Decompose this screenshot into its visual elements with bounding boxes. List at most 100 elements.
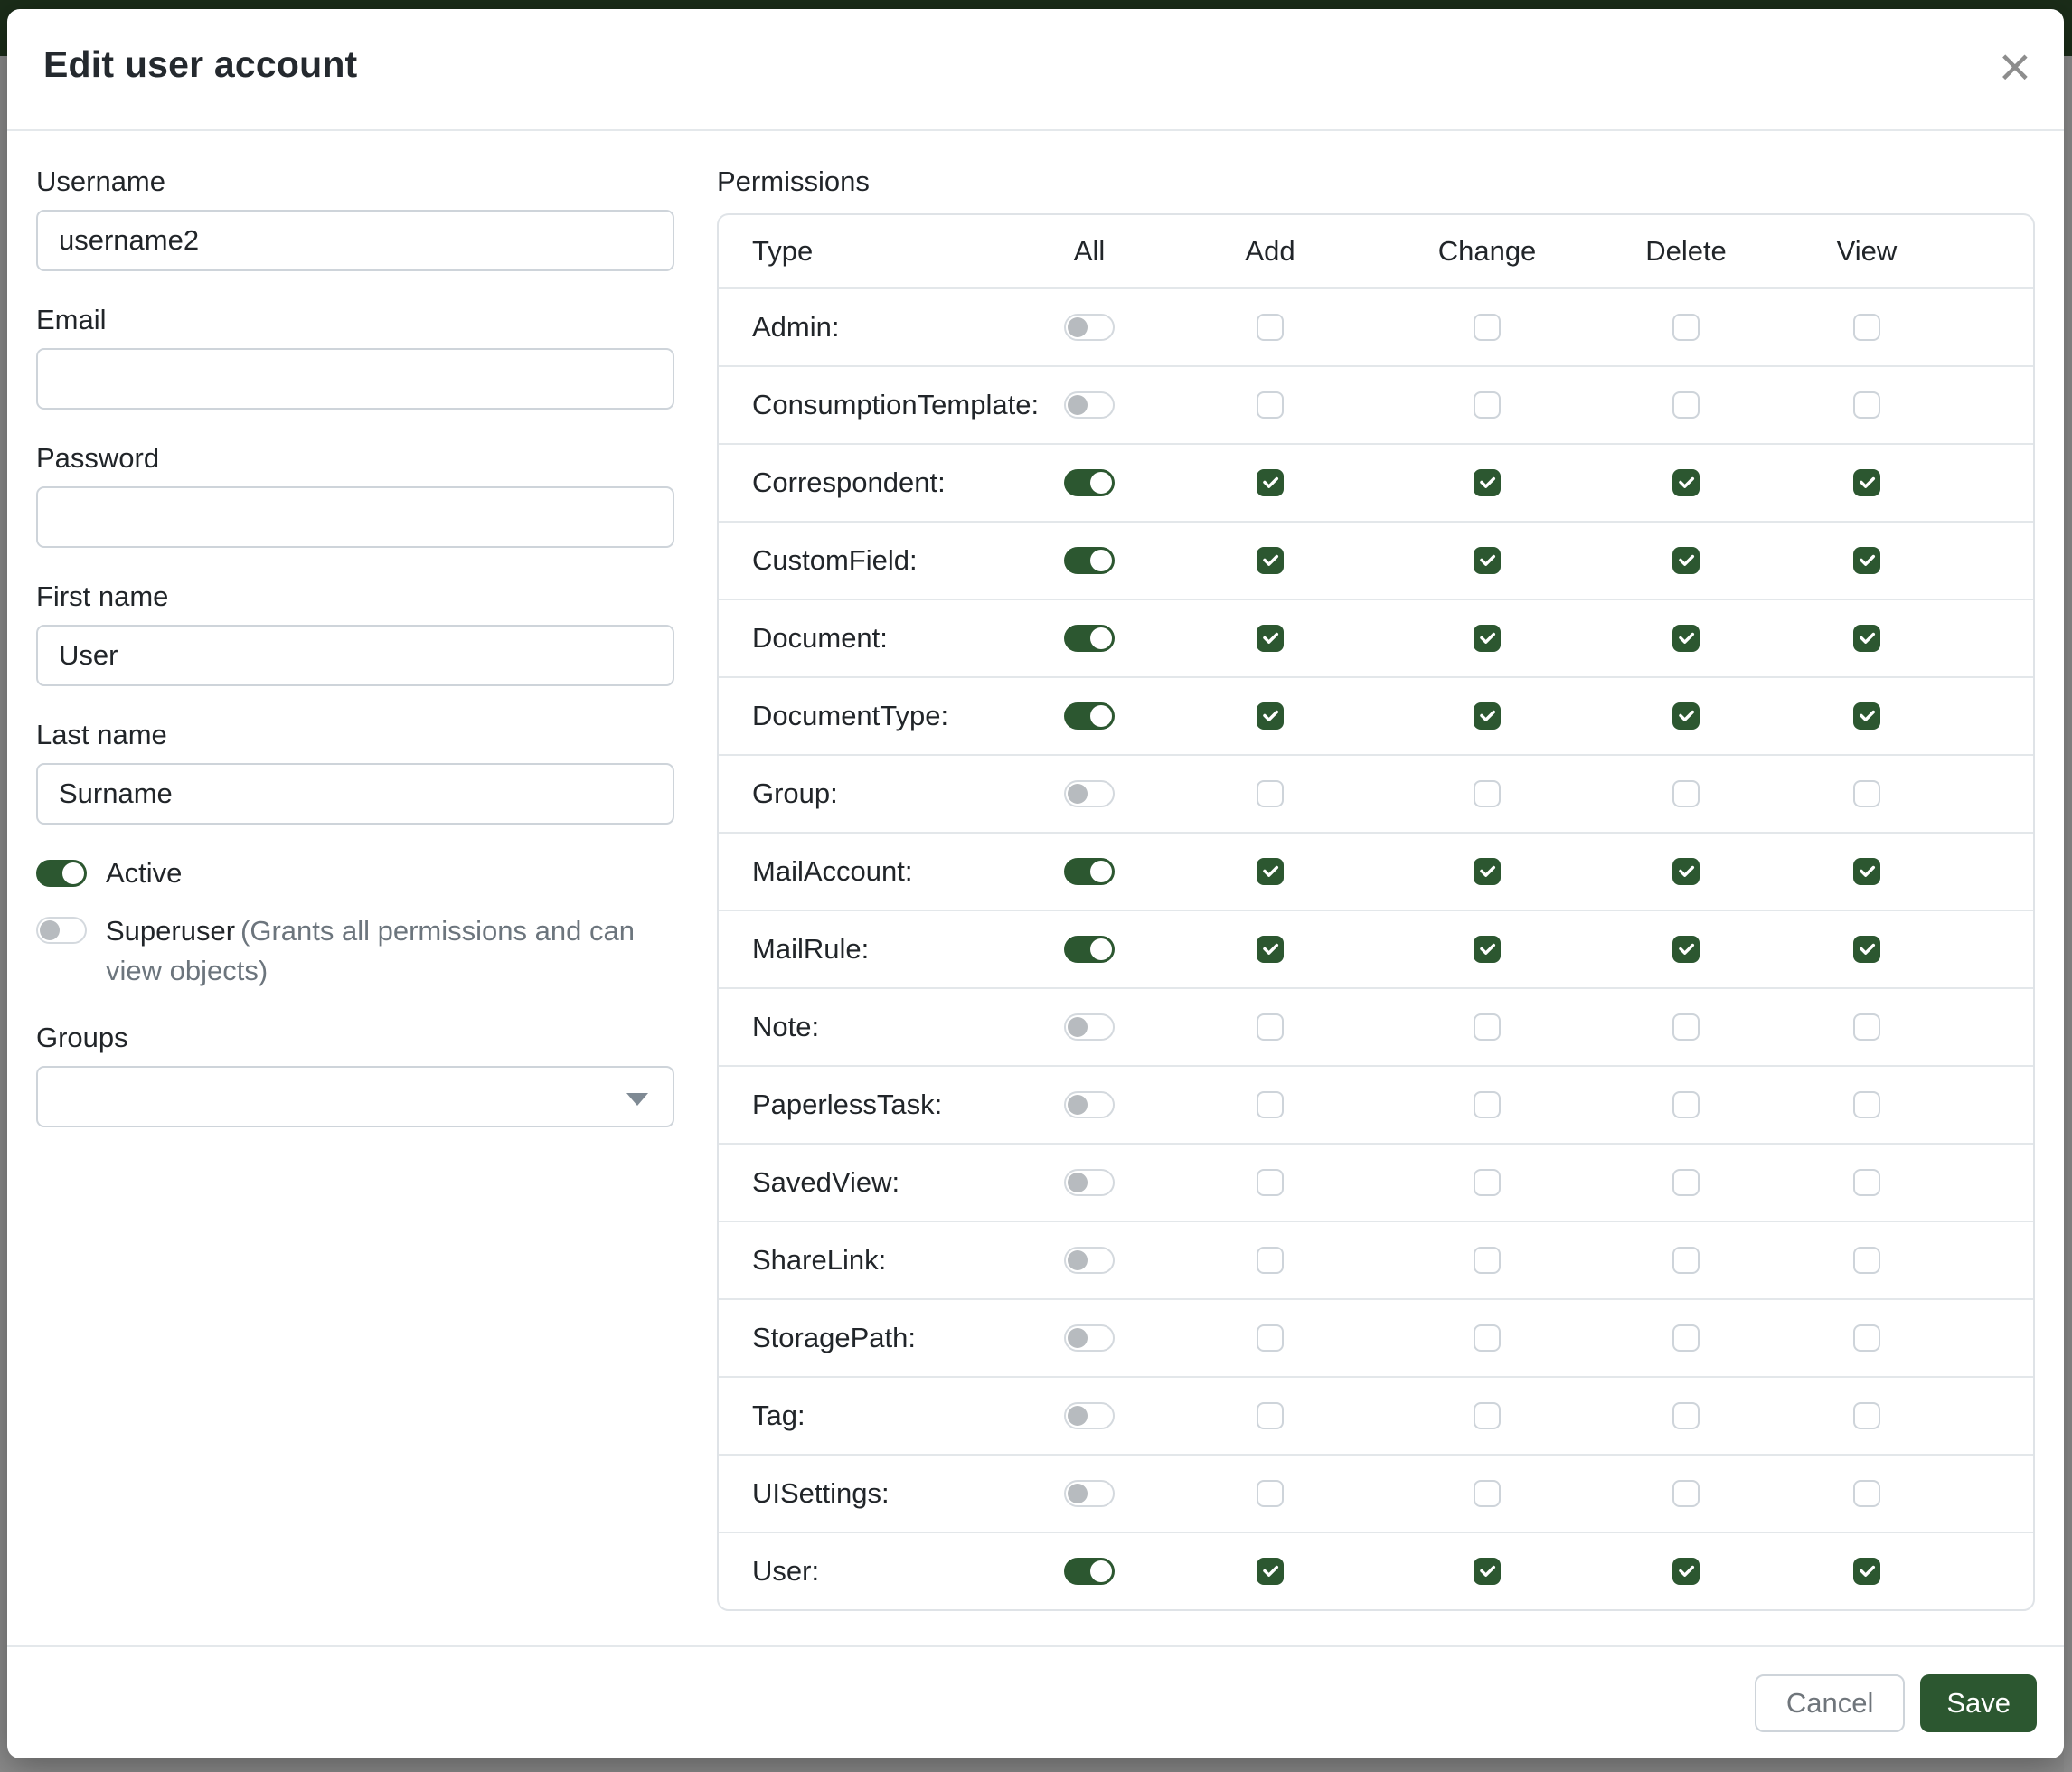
permission-change-checkbox[interactable]	[1474, 547, 1501, 574]
permission-delete-checkbox[interactable]	[1672, 1247, 1700, 1274]
permission-change-checkbox[interactable]	[1474, 1169, 1501, 1196]
permission-delete-checkbox[interactable]	[1672, 1169, 1700, 1196]
permission-change-checkbox[interactable]	[1474, 469, 1501, 496]
permission-delete-checkbox[interactable]	[1672, 858, 1700, 885]
permission-view-checkbox[interactable]	[1853, 702, 1880, 730]
permission-delete-checkbox[interactable]	[1672, 547, 1700, 574]
permission-all-toggle[interactable]	[1064, 547, 1115, 574]
permission-delete-checkbox[interactable]	[1672, 1402, 1700, 1429]
check-icon	[1478, 629, 1497, 648]
permission-view-checkbox[interactable]	[1853, 625, 1880, 652]
permission-add-checkbox[interactable]	[1257, 1402, 1284, 1429]
permission-delete-checkbox[interactable]	[1672, 780, 1700, 807]
username-input[interactable]	[36, 210, 674, 271]
groups-select[interactable]	[36, 1066, 674, 1127]
password-field[interactable]	[36, 486, 674, 548]
permission-add-checkbox[interactable]	[1257, 391, 1284, 419]
save-button[interactable]: Save	[1920, 1674, 2037, 1732]
permission-change-checkbox[interactable]	[1474, 936, 1501, 963]
permission-add-checkbox[interactable]	[1257, 1558, 1284, 1585]
permission-change-checkbox[interactable]	[1474, 858, 1501, 885]
permission-change-checkbox[interactable]	[1474, 1558, 1501, 1585]
permission-delete-checkbox[interactable]	[1672, 625, 1700, 652]
permission-view-checkbox[interactable]	[1853, 858, 1880, 885]
permission-delete-checkbox[interactable]	[1672, 1480, 1700, 1507]
permission-delete-checkbox[interactable]	[1672, 1013, 1700, 1041]
permission-all-toggle[interactable]	[1064, 1013, 1115, 1041]
permission-view-checkbox[interactable]	[1853, 1402, 1880, 1429]
permission-change-checkbox[interactable]	[1474, 314, 1501, 341]
permission-add-checkbox[interactable]	[1257, 625, 1284, 652]
permission-view-checkbox[interactable]	[1853, 1013, 1880, 1041]
permission-change-checkbox[interactable]	[1474, 391, 1501, 419]
permission-delete-checkbox[interactable]	[1672, 391, 1700, 419]
permission-all-toggle[interactable]	[1064, 1402, 1115, 1429]
permission-add-checkbox[interactable]	[1257, 314, 1284, 341]
close-icon[interactable]: ×	[1999, 40, 2031, 96]
permission-all-toggle[interactable]	[1064, 780, 1115, 807]
permission-all-toggle[interactable]	[1064, 858, 1115, 885]
permission-delete-checkbox[interactable]	[1672, 314, 1700, 341]
permission-view-checkbox[interactable]	[1853, 1247, 1880, 1274]
permission-view-checkbox[interactable]	[1853, 1324, 1880, 1352]
permission-add-checkbox[interactable]	[1257, 1169, 1284, 1196]
superuser-toggle[interactable]	[36, 917, 87, 944]
permission-delete-checkbox[interactable]	[1672, 1091, 1700, 1118]
permission-change-checkbox[interactable]	[1474, 1247, 1501, 1274]
cancel-button[interactable]: Cancel	[1755, 1674, 1906, 1732]
permission-change-checkbox[interactable]	[1474, 1013, 1501, 1041]
permission-all-toggle[interactable]	[1064, 1247, 1115, 1274]
permission-add-checkbox[interactable]	[1257, 702, 1284, 730]
active-toggle[interactable]	[36, 860, 87, 887]
permission-change-checkbox[interactable]	[1474, 702, 1501, 730]
permission-all-toggle[interactable]	[1064, 1558, 1115, 1585]
permission-add-checkbox[interactable]	[1257, 858, 1284, 885]
permission-all-toggle[interactable]	[1064, 1091, 1115, 1118]
permission-all-toggle[interactable]	[1064, 1480, 1115, 1507]
first-name-field[interactable]	[36, 625, 674, 686]
permission-all-toggle[interactable]	[1064, 391, 1115, 419]
permission-delete-checkbox[interactable]	[1672, 936, 1700, 963]
page-scrollbar[interactable]	[2064, 56, 2072, 1772]
permission-delete-checkbox[interactable]	[1672, 702, 1700, 730]
permission-add-checkbox[interactable]	[1257, 1091, 1284, 1118]
permission-change-checkbox[interactable]	[1474, 625, 1501, 652]
permission-delete-checkbox[interactable]	[1672, 469, 1700, 496]
permission-change-checkbox[interactable]	[1474, 1402, 1501, 1429]
permission-all-toggle[interactable]	[1064, 314, 1115, 341]
permission-view-checkbox[interactable]	[1853, 780, 1880, 807]
email-field[interactable]	[36, 348, 674, 410]
permission-view-checkbox[interactable]	[1853, 314, 1880, 341]
permission-view-checkbox[interactable]	[1853, 1169, 1880, 1196]
last-name-field[interactable]	[36, 763, 674, 825]
permission-view-checkbox[interactable]	[1853, 936, 1880, 963]
permission-all-toggle[interactable]	[1064, 936, 1115, 963]
permission-delete-checkbox[interactable]	[1672, 1324, 1700, 1352]
permission-view-checkbox[interactable]	[1853, 391, 1880, 419]
permission-add-checkbox[interactable]	[1257, 1324, 1284, 1352]
permission-add-checkbox[interactable]	[1257, 469, 1284, 496]
permission-add-checkbox[interactable]	[1257, 1247, 1284, 1274]
permission-view-checkbox[interactable]	[1853, 1091, 1880, 1118]
permission-add-checkbox[interactable]	[1257, 1480, 1284, 1507]
permission-view-checkbox[interactable]	[1853, 469, 1880, 496]
permission-all-toggle[interactable]	[1064, 625, 1115, 652]
permission-add-checkbox[interactable]	[1257, 936, 1284, 963]
permission-view-checkbox[interactable]	[1853, 1480, 1880, 1507]
permission-type-label: Document:	[719, 622, 1017, 655]
permission-view-checkbox[interactable]	[1853, 1558, 1880, 1585]
toggle-knob	[1068, 784, 1088, 804]
permission-add-checkbox[interactable]	[1257, 780, 1284, 807]
permission-all-toggle[interactable]	[1064, 469, 1115, 496]
permission-view-checkbox[interactable]	[1853, 547, 1880, 574]
permission-change-checkbox[interactable]	[1474, 1324, 1501, 1352]
permission-all-toggle[interactable]	[1064, 702, 1115, 730]
permission-change-checkbox[interactable]	[1474, 1480, 1501, 1507]
permission-add-checkbox[interactable]	[1257, 547, 1284, 574]
permission-delete-checkbox[interactable]	[1672, 1558, 1700, 1585]
permission-all-toggle[interactable]	[1064, 1324, 1115, 1352]
permission-all-toggle[interactable]	[1064, 1169, 1115, 1196]
permission-change-checkbox[interactable]	[1474, 1091, 1501, 1118]
permission-add-checkbox[interactable]	[1257, 1013, 1284, 1041]
permission-change-checkbox[interactable]	[1474, 780, 1501, 807]
